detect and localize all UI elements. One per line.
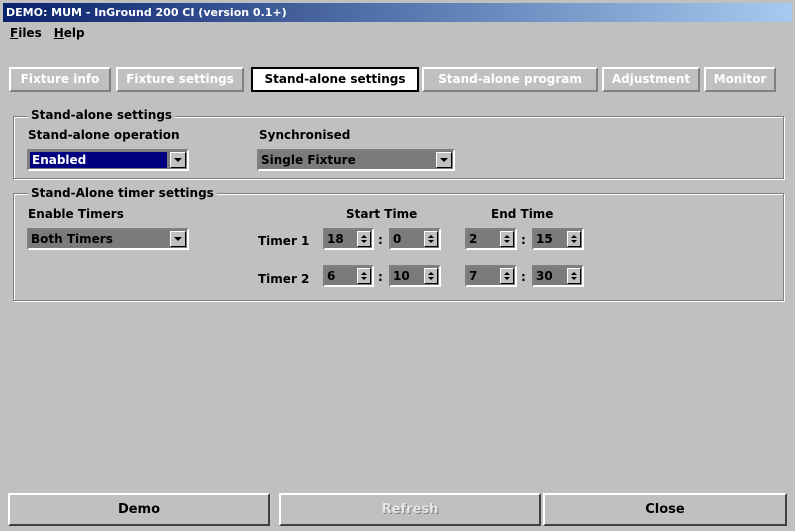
- timer-2-start-minute-value: 10: [393, 269, 410, 283]
- standalone-operation-label: Stand-alone operation: [28, 128, 180, 142]
- timer-1-start-colon: :: [378, 233, 383, 247]
- tab-stand-alone-program[interactable]: Stand-alone program: [422, 67, 598, 92]
- spin-arrows-icon[interactable]: [500, 268, 514, 284]
- timer-1-start-minute[interactable]: 0: [389, 228, 441, 250]
- demo-button[interactable]: Demo: [8, 493, 270, 526]
- enable-timers-value: Both Timers: [31, 232, 113, 246]
- app-window: DEMO: MUM - InGround 200 CI (version 0.1…: [0, 0, 795, 531]
- timer-1-start-hour[interactable]: 18: [323, 228, 374, 250]
- synchronised-label: Synchronised: [259, 128, 351, 142]
- window-title: DEMO: MUM - InGround 200 CI (version 0.1…: [3, 3, 792, 22]
- enable-timers-label: Enable Timers: [28, 207, 124, 221]
- synchronised-value: Single Fixture: [261, 153, 356, 167]
- timer-2-label: Timer 2: [258, 272, 310, 286]
- timer-settings-title: Stand-Alone timer settings: [28, 186, 217, 200]
- timer-1-end-colon: :: [521, 233, 526, 247]
- spin-arrows-icon[interactable]: [357, 231, 371, 247]
- timer-2-end-minute-value: 30: [536, 269, 553, 283]
- spin-arrows-icon[interactable]: [357, 268, 371, 284]
- timer-1-end-minute[interactable]: 15: [532, 228, 584, 250]
- timer-1-label: Timer 1: [258, 234, 310, 248]
- menu-bar: Files Help: [10, 24, 85, 42]
- spin-arrows-icon[interactable]: [567, 231, 581, 247]
- timer-2-end-colon: :: [521, 270, 526, 284]
- tab-fixture-settings[interactable]: Fixture settings: [116, 67, 244, 92]
- chevron-down-icon[interactable]: [170, 231, 186, 247]
- timer-1-start-minute-value: 0: [393, 232, 402, 246]
- end-time-header: End Time: [491, 207, 554, 221]
- spin-arrows-icon[interactable]: [500, 231, 514, 247]
- tab-monitor[interactable]: Monitor: [704, 67, 776, 92]
- chevron-down-icon[interactable]: [436, 152, 452, 168]
- standalone-settings-title: Stand-alone settings: [28, 108, 176, 122]
- chevron-down-icon[interactable]: [170, 152, 186, 168]
- refresh-button[interactable]: Refresh: [279, 493, 541, 526]
- menu-help[interactable]: Help: [54, 24, 85, 42]
- timer-2-end-hour-value: 7: [469, 269, 478, 283]
- menu-files[interactable]: Files: [10, 24, 42, 42]
- enable-timers-select[interactable]: Both Timers: [27, 228, 189, 250]
- spin-arrows-icon[interactable]: [424, 231, 438, 247]
- timer-2-start-minute[interactable]: 10: [389, 265, 441, 287]
- standalone-operation-value: Enabled: [30, 152, 167, 168]
- timer-1-end-hour-value: 2: [469, 232, 478, 246]
- timer-2-end-minute[interactable]: 30: [532, 265, 584, 287]
- tab-fixture-info[interactable]: Fixture info: [9, 67, 111, 92]
- spin-arrows-icon[interactable]: [567, 268, 581, 284]
- timer-1-end-minute-value: 15: [536, 232, 553, 246]
- synchronised-select[interactable]: Single Fixture: [257, 149, 455, 171]
- close-button[interactable]: Close: [543, 493, 787, 526]
- standalone-operation-select[interactable]: Enabled: [27, 149, 189, 171]
- timer-2-end-hour[interactable]: 7: [465, 265, 517, 287]
- timer-1-end-hour[interactable]: 2: [465, 228, 517, 250]
- tab-adjustment[interactable]: Adjustment: [602, 67, 700, 92]
- start-time-header: Start Time: [346, 207, 418, 221]
- timer-2-start-colon: :: [378, 270, 383, 284]
- spin-arrows-icon[interactable]: [424, 268, 438, 284]
- timer-2-start-hour[interactable]: 6: [323, 265, 374, 287]
- timer-1-start-hour-value: 18: [327, 232, 344, 246]
- tab-stand-alone-settings[interactable]: Stand-alone settings: [251, 67, 419, 92]
- timer-2-start-hour-value: 6: [327, 269, 336, 283]
